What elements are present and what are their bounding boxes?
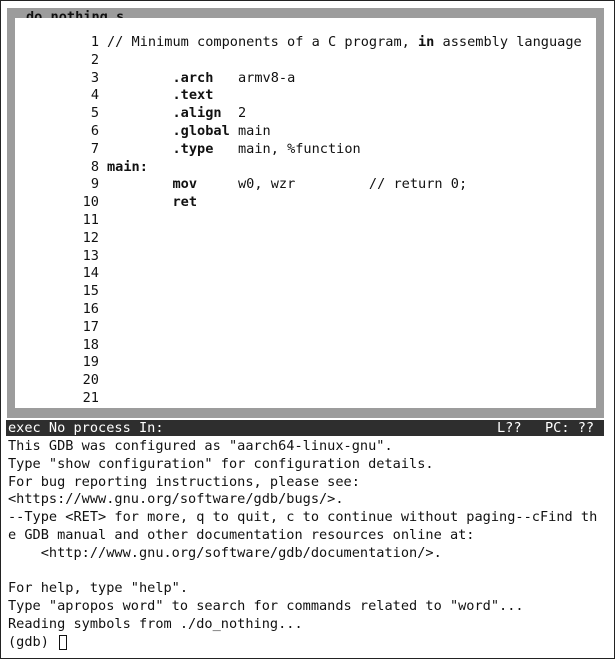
gdb-console[interactable]: This GDB was configured as "aarch64-linu…: [8, 438, 610, 652]
line-number: 15: [82, 283, 99, 300]
console-line: This GDB was configured as "aarch64-linu…: [8, 438, 393, 454]
status-line-number: L??: [497, 420, 522, 436]
code-text: // Minimum components of a C program,: [107, 34, 418, 50]
code-keyword: .align: [172, 105, 222, 122]
line-number: 21: [82, 389, 99, 406]
line-number: 18: [82, 336, 99, 353]
line-number: 12: [82, 229, 99, 246]
console-line: e GDB manual and other documentation res…: [8, 526, 475, 543]
command-line[interactable]: (gdb): [8, 634, 610, 652]
line-number: 7: [90, 140, 99, 157]
line-number: 17: [82, 318, 99, 335]
source-window: do_nothing.s 1// Minimum components of a…: [7, 8, 604, 418]
line-number: 3: [90, 69, 99, 86]
code-text: assembly language: [434, 34, 582, 50]
line-number: 9: [90, 176, 99, 193]
console-line: Type "apropos word" to search for comman…: [8, 598, 524, 615]
line-number: 11: [82, 211, 99, 228]
status-pc: PC: ??: [545, 420, 595, 436]
line-number: 19: [82, 354, 99, 371]
line-code: .arch armv8-a: [107, 70, 295, 88]
line-code: .align 2: [107, 105, 246, 123]
source-code-area[interactable]: 1 // Minimum components of a C program, i…: [15, 18, 596, 408]
status-bar: exec No process In: L?? PC: ??: [6, 420, 604, 436]
code-keyword: ret: [172, 194, 198, 211]
code-keyword: .type: [172, 140, 214, 157]
line-number: 8: [90, 158, 99, 175]
code-text: w0, wzr // return 0;: [197, 176, 468, 193]
text-cursor: [59, 635, 68, 651]
line-number: 2: [90, 51, 99, 68]
console-line: For bug reporting instructions, please s…: [8, 473, 360, 490]
line-number: 14: [82, 265, 99, 282]
line-code: ret: [107, 194, 197, 212]
console-line: For help, type "help".: [8, 580, 189, 597]
code-keyword: mov: [172, 176, 198, 193]
gdb-prompt: (gdb): [8, 633, 58, 650]
status-process: exec No process In:: [8, 420, 164, 436]
console-line: <http://www.gnu.org/software/gdb/documen…: [8, 544, 442, 561]
line-number: 5: [90, 105, 99, 122]
line-number: 4: [90, 87, 99, 104]
code-keyword: main:: [107, 158, 148, 175]
line-code: mov w0, wzr // return 0;: [107, 176, 467, 194]
line-number: 1: [90, 34, 99, 50]
code-keyword: .arch: [172, 69, 214, 86]
code-text: 2: [221, 105, 247, 122]
console-output: This GDB was configured as "aarch64-linu…: [8, 438, 610, 634]
line-code: .type main, %function: [107, 140, 361, 159]
line-number: 10: [82, 194, 99, 211]
line-number: 20: [82, 372, 99, 389]
code-keyword: .global: [172, 122, 230, 139]
line-code: main:: [107, 159, 148, 177]
code-text: main, %function: [213, 140, 361, 157]
console-line: Type "show configuration" for configurat…: [8, 455, 434, 472]
console-line: Reading symbols from ./do_nothing...: [8, 615, 303, 632]
code-text: main: [229, 122, 271, 139]
console-line: <https://www.gnu.org/software/gdb/bugs/>…: [8, 491, 344, 508]
line-number: 6: [90, 122, 99, 139]
line-number: 13: [82, 247, 99, 264]
line-number: 16: [82, 300, 99, 317]
line-code: .text: [107, 87, 213, 105]
code-text: armv8-a: [213, 69, 296, 86]
console-line: --Type <RET> for more, q to quit, c to c…: [8, 509, 598, 526]
line-code: .global main: [107, 122, 271, 141]
terminal-window: do_nothing.s 1// Minimum components of a…: [0, 0, 615, 659]
code-keyword: .text: [172, 87, 214, 104]
line-code: // Minimum components of a C program, in…: [107, 34, 582, 52]
code-keyword: in: [418, 34, 435, 50]
